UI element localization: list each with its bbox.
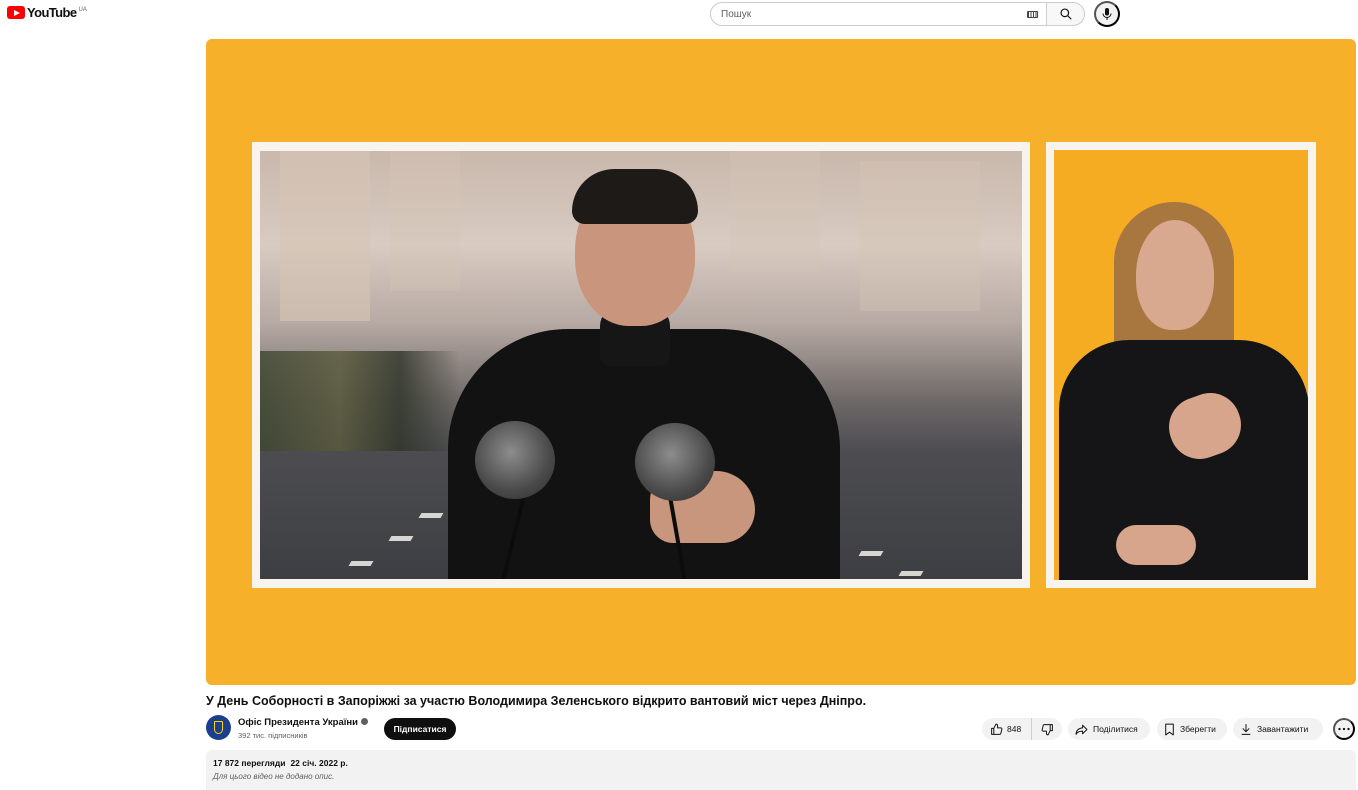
microphone-icon [1102, 8, 1112, 20]
video-sign-language-frame [1046, 142, 1316, 588]
youtube-logo[interactable]: YouTube UA [7, 6, 87, 22]
logo-region-code: UA [78, 7, 87, 13]
search-icon [1059, 8, 1072, 20]
upload-date: 22 січ. 2022 р. [290, 758, 348, 768]
description-text: Для цього відео не додано опис. [213, 772, 335, 781]
dislike-button[interactable] [1032, 718, 1062, 740]
youtube-play-icon [7, 6, 25, 19]
like-count: 848 [1007, 724, 1022, 734]
more-horizontal-icon [1338, 727, 1350, 731]
channel-name[interactable]: Офіс Президента України [238, 717, 369, 728]
save-label: Зберегти [1180, 724, 1216, 734]
keyboard-icon[interactable] [1027, 11, 1038, 18]
video-title: У День Соборності в Запоріжжі за участю … [206, 694, 867, 708]
description-box[interactable]: 17 872 перегляди 22 січ. 2022 р. Для цьог… [206, 750, 1356, 790]
video-main-frame [252, 142, 1030, 588]
share-button[interactable]: Поділитися [1068, 718, 1150, 740]
video-scene-speaker [260, 151, 1022, 579]
save-button[interactable]: Зберегти [1157, 718, 1227, 740]
logo-text: YouTube [27, 5, 77, 20]
search-box[interactable] [710, 2, 1046, 26]
search-button[interactable] [1046, 2, 1085, 26]
more-actions-button[interactable] [1333, 718, 1355, 740]
masthead: YouTube UA [0, 0, 1358, 28]
download-button[interactable]: Завантажити [1233, 718, 1323, 740]
like-dislike-group: 848 [982, 718, 1062, 740]
search-input[interactable] [721, 8, 1011, 20]
channel-avatar[interactable] [206, 715, 231, 740]
share-label: Поділитися [1093, 724, 1138, 734]
thumbs-up-icon [991, 723, 1003, 735]
download-label: Завантажити [1257, 724, 1309, 734]
verified-badge-icon [361, 717, 369, 725]
subscribe-button[interactable]: Підписатися [384, 718, 456, 740]
bookmark-icon [1165, 723, 1174, 735]
view-count: 17 872 перегляди [213, 758, 286, 768]
video-scene-interpreter [1054, 150, 1308, 580]
share-arrow-icon [1075, 724, 1088, 735]
channel-name-text[interactable]: Офіс Президента України [238, 717, 358, 728]
description-meta: 17 872 перегляди 22 січ. 2022 р. [213, 758, 1349, 768]
voice-search-button[interactable] [1094, 1, 1120, 27]
download-icon [1241, 723, 1251, 735]
video-player[interactable] [206, 39, 1356, 685]
trident-emblem-icon [214, 721, 223, 734]
thumbs-down-icon [1041, 723, 1053, 735]
like-button[interactable]: 848 [982, 718, 1032, 740]
subscriber-count: 392 тис. підписників [238, 731, 308, 740]
